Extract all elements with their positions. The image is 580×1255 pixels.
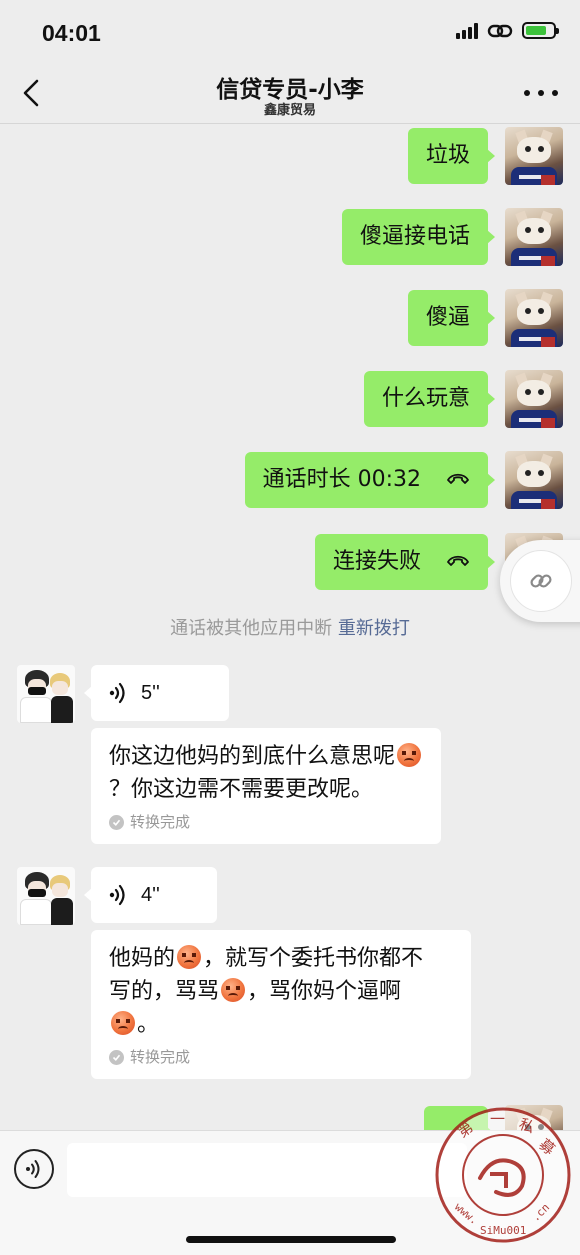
message-text: 傻逼接电话 bbox=[359, 224, 470, 249]
nav-bar: 信贷专员-小李 鑫康贸易 bbox=[0, 62, 580, 124]
floating-window-button[interactable] bbox=[500, 540, 580, 622]
transcript-segment: 。 bbox=[137, 1012, 160, 1037]
message-text: 连接失败 bbox=[332, 549, 421, 574]
avatar-self[interactable] bbox=[505, 208, 563, 266]
more-options-button[interactable] bbox=[524, 80, 558, 106]
battery-icon bbox=[522, 22, 559, 39]
message-bubble-outgoing[interactable]: 傻逼 bbox=[407, 290, 496, 346]
transcript-segment: 他妈的 bbox=[109, 946, 176, 971]
floating-window-inner bbox=[510, 550, 572, 612]
status-bar: 04:01 bbox=[0, 0, 580, 62]
transcript-segment: ，就写个委托书你都不 bbox=[203, 946, 424, 971]
voice-wave-icon bbox=[109, 682, 125, 704]
avatar-contact[interactable] bbox=[17, 867, 75, 925]
message-text: 通话时长 00:32 bbox=[262, 467, 421, 492]
transcript-segment: ？你这边需不需要更改呢。 bbox=[109, 777, 374, 802]
svg-text:一: 一 bbox=[490, 1110, 505, 1128]
link-icon bbox=[530, 574, 552, 588]
hangup-icon bbox=[447, 473, 469, 484]
voice-transcript[interactable]: 他妈的 ，就写个委托书你都不 写的，骂骂 ，骂你妈个逼啊 。 转换完成 bbox=[91, 930, 471, 1079]
message-text: 什么玩意 bbox=[381, 386, 470, 411]
voice-message-bubble[interactable]: 5'' bbox=[84, 665, 229, 721]
home-indicator[interactable] bbox=[186, 1236, 396, 1243]
voice-message-bubble[interactable]: 4'' bbox=[84, 867, 217, 923]
transcript-segment: ，骂你妈个逼啊 bbox=[247, 979, 402, 1004]
transcript-status: 转换完成 bbox=[109, 1047, 455, 1067]
transcript-status: 转换完成 bbox=[109, 812, 425, 832]
transcript-text: 你这边他妈的到底什么意思呢 ？你这边需不需要更改呢。 bbox=[109, 740, 425, 806]
message-bubble-outgoing[interactable]: 垃圾 bbox=[407, 128, 496, 184]
avatar-contact[interactable] bbox=[17, 665, 75, 723]
status-time: 04:01 bbox=[42, 20, 101, 46]
message-text: 傻逼 bbox=[425, 305, 470, 330]
signal-icon bbox=[456, 22, 478, 39]
message-text: 垃圾 bbox=[425, 143, 470, 168]
redial-link[interactable]: 重新拨打 bbox=[338, 618, 410, 639]
angry-face-icon bbox=[177, 945, 202, 969]
transcript-text: 他妈的 ，就写个委托书你都不 写的，骂骂 ，骂你妈个逼啊 。 bbox=[109, 942, 455, 1041]
check-icon bbox=[109, 1049, 124, 1065]
angry-face-icon bbox=[111, 1011, 135, 1035]
avatar-self[interactable] bbox=[505, 370, 563, 428]
watermark-seal: 第 一 私 募 www. SiMu001 .cn bbox=[432, 1100, 574, 1250]
angry-face-icon bbox=[397, 743, 422, 767]
chat-subtitle: 鑫康贸易 bbox=[263, 103, 316, 118]
message-bubble-outgoing[interactable]: 什么玩意 bbox=[363, 371, 496, 427]
transcript-status-text: 转换完成 bbox=[130, 1048, 191, 1066]
transcript-segment: 写的，骂骂 bbox=[109, 979, 220, 1004]
status-icons bbox=[456, 22, 559, 39]
system-notice: 通话被其他应用中断 重新拨打 bbox=[0, 614, 580, 640]
link-status-icon bbox=[487, 24, 513, 37]
check-icon bbox=[109, 814, 124, 830]
message-list[interactable]: 垃圾 傻逼接电话 傻逼 什么玩意 通话时长 00:32 连接失败 通话被其他应用… bbox=[0, 124, 580, 1130]
message-bubble-outgoing[interactable]: 傻逼接电话 bbox=[341, 209, 496, 265]
message-input[interactable] bbox=[67, 1143, 467, 1197]
transcript-segment: 你这边他妈的到底什么意思呢 bbox=[109, 744, 396, 769]
avatar-self[interactable] bbox=[505, 127, 563, 185]
call-record-bubble[interactable]: 连接失败 bbox=[314, 534, 496, 590]
svg-text:SiMu001: SiMu001 bbox=[480, 1224, 526, 1237]
voice-icon bbox=[26, 1160, 40, 1178]
voice-duration: 4'' bbox=[141, 883, 160, 906]
voice-input-toggle[interactable] bbox=[14, 1149, 54, 1189]
system-notice-text: 通话被其他应用中断 bbox=[170, 618, 333, 639]
voice-wave-icon bbox=[109, 884, 125, 906]
watermark-logo: 第 一 私 募 www. SiMu001 .cn bbox=[435, 1107, 571, 1243]
angry-face-icon bbox=[221, 978, 246, 1002]
hangup-icon bbox=[447, 555, 469, 566]
voice-transcript[interactable]: 你这边他妈的到底什么意思呢 ？你这边需不需要更改呢。 转换完成 bbox=[91, 728, 441, 844]
call-record-bubble[interactable]: 通话时长 00:32 bbox=[244, 452, 496, 508]
transcript-status-text: 转换完成 bbox=[130, 813, 191, 831]
avatar-self[interactable] bbox=[505, 451, 563, 509]
avatar-self[interactable] bbox=[505, 289, 563, 347]
voice-duration: 5'' bbox=[141, 681, 160, 704]
